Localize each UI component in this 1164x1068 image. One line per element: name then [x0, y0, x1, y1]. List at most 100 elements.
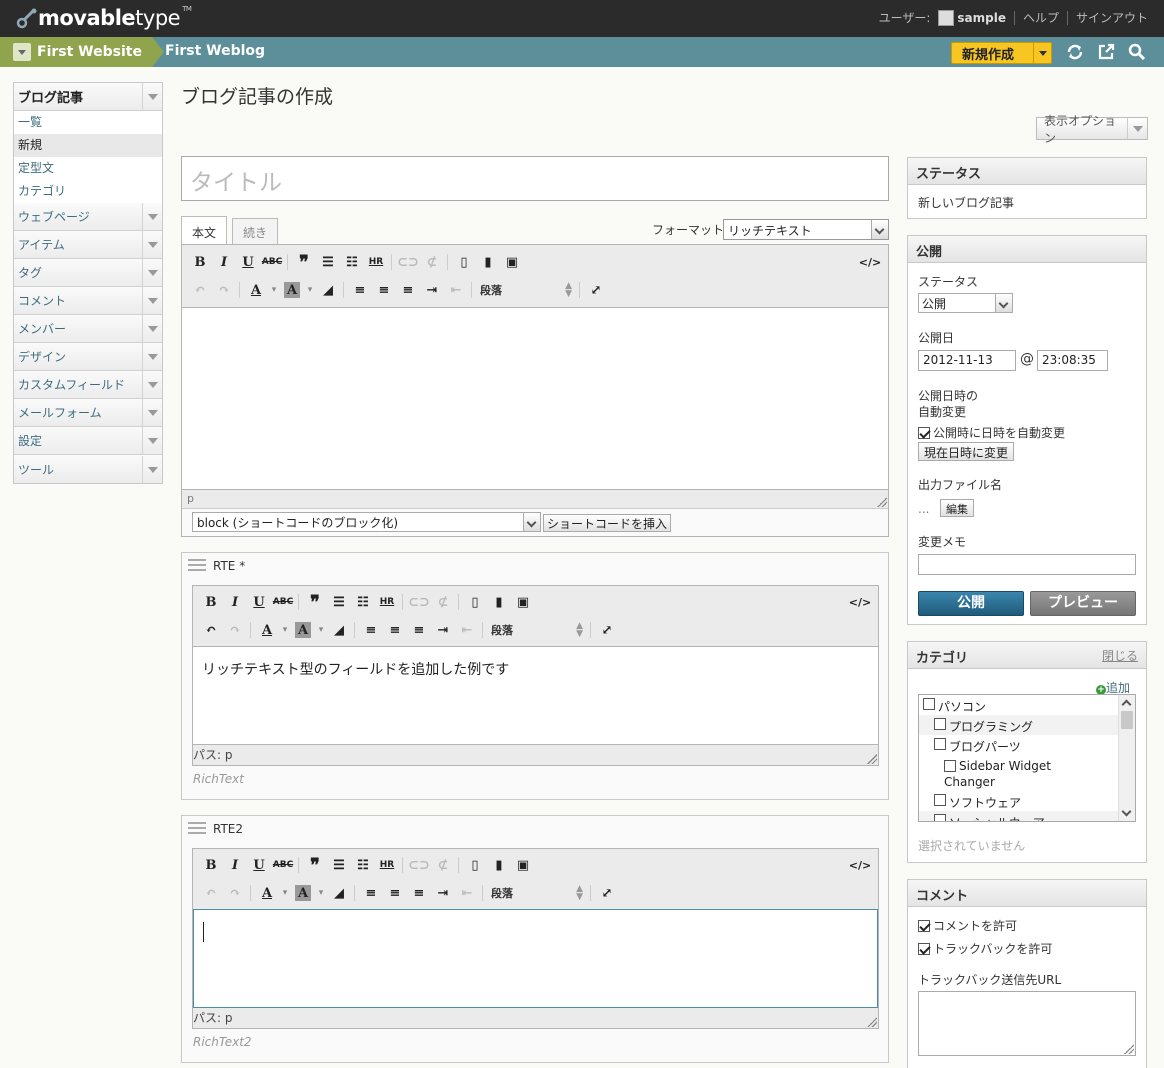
tab-body[interactable]: 本文 [181, 216, 228, 245]
numbered-list-icon[interactable]: ☷ [351, 854, 375, 876]
chevron-down-icon[interactable]: ▾ [279, 882, 291, 904]
bullet-list-icon[interactable]: ☰ [327, 854, 351, 876]
numbered-list-icon[interactable]: ☷ [351, 591, 375, 613]
sidebar-item-mailform[interactable]: メールフォーム [14, 399, 162, 427]
chevron-down-icon[interactable]: ▾ [315, 619, 327, 641]
chevron-down-icon[interactable] [1127, 118, 1147, 139]
list-item[interactable]: Sidebar Widget Changer [919, 755, 1135, 791]
insert-image-icon[interactable]: ▣ [511, 854, 535, 876]
align-center-icon[interactable]: ≡ [383, 619, 407, 641]
insert-file-icon[interactable]: ▮ [487, 854, 511, 876]
text-color-icon[interactable]: A [255, 619, 279, 641]
align-left-icon[interactable]: ≡ [359, 882, 383, 904]
indent-icon[interactable]: ⇥ [431, 619, 455, 641]
allow-comments-checkbox[interactable] [918, 920, 930, 932]
italic-button[interactable]: I [223, 854, 247, 876]
category-checkbox[interactable] [923, 698, 935, 710]
blockquote-button[interactable]: ❞ [292, 251, 316, 273]
redo-icon[interactable]: ↷ [212, 279, 236, 301]
underline-button[interactable]: U [236, 251, 260, 273]
italic-button[interactable]: I [223, 591, 247, 613]
list-item[interactable]: ソフトウェア [919, 791, 1135, 811]
allow-trackbacks-option[interactable]: トラックバックを許可 [918, 940, 1052, 957]
chevron-up-icon[interactable] [1121, 699, 1132, 710]
source-mode-button[interactable]: </> [858, 251, 882, 273]
chevron-down-icon[interactable] [142, 371, 162, 398]
chevron-down-icon[interactable] [1033, 43, 1051, 63]
chevron-down-icon[interactable] [142, 455, 162, 483]
allow-trackbacks-checkbox[interactable] [918, 943, 930, 955]
chevron-down-icon[interactable]: ▾ [315, 882, 327, 904]
category-checkbox[interactable] [934, 738, 946, 750]
main-editor-content[interactable] [182, 307, 888, 490]
undo-icon[interactable]: ↶ [188, 279, 212, 301]
hr-button[interactable]: HR [375, 854, 399, 876]
align-right-icon[interactable]: ≡ [407, 882, 431, 904]
trackback-url-input[interactable] [918, 991, 1136, 1056]
display-options-button[interactable]: 表示オプション [1036, 114, 1148, 145]
unlink-icon[interactable]: ⊄ [431, 854, 455, 876]
category-checkbox[interactable] [934, 814, 946, 821]
outdent-icon[interactable]: ⇤ [455, 882, 479, 904]
username-link[interactable]: sample [957, 11, 1006, 25]
new-create-button[interactable]: 新規作成 [951, 42, 1052, 64]
chevron-down-icon[interactable] [523, 513, 540, 531]
format-select[interactable]: リッチテキスト [723, 219, 889, 240]
insert-shortcode-button[interactable]: ショートコードを挿入 [543, 514, 672, 532]
hr-button[interactable]: HR [375, 591, 399, 613]
fullscreen-icon[interactable]: ⤢ [595, 882, 619, 904]
status-select[interactable]: 公開 [918, 293, 1013, 313]
source-mode-button[interactable]: </> [848, 854, 872, 876]
chevron-down-icon[interactable]: ▾ [279, 619, 291, 641]
preview-button[interactable]: プレビュー [1030, 591, 1136, 616]
chevron-down-icon[interactable] [142, 231, 162, 258]
list-item[interactable]: プログラミング [919, 715, 1135, 735]
list-item[interactable]: ソーシャルウェア [919, 811, 1135, 821]
resize-handle[interactable] [1124, 1044, 1134, 1054]
align-center-icon[interactable]: ≡ [383, 882, 407, 904]
fullscreen-icon[interactable]: ⤢ [584, 279, 608, 301]
undo-icon[interactable]: ↶ [199, 619, 223, 641]
link-icon[interactable]: ⊂⊃ [407, 591, 431, 613]
close-link[interactable]: 閉じる [1102, 647, 1138, 663]
category-label[interactable]: プログラミング [949, 718, 1033, 735]
category-label[interactable]: Sidebar Widget Changer [944, 759, 1051, 789]
insert-file-icon[interactable]: ▮ [487, 591, 511, 613]
sidebar-subitem-list[interactable]: 一覧 [14, 111, 162, 134]
change-memo-input[interactable] [918, 554, 1136, 575]
auto-change-option[interactable]: 公開時に日時を自動変更 [918, 424, 1065, 441]
edit-filename-button[interactable]: 編集 [940, 499, 974, 517]
chevron-down-icon[interactable] [995, 294, 1012, 312]
unlink-icon[interactable]: ⊄ [431, 591, 455, 613]
align-right-icon[interactable]: ≡ [396, 279, 420, 301]
category-checkbox[interactable] [934, 794, 946, 806]
category-label[interactable]: ソフトウェア [949, 794, 1021, 811]
insert-image-icon[interactable]: ▣ [511, 591, 535, 613]
resize-handle[interactable] [867, 754, 877, 764]
publish-button[interactable]: 公開 [918, 591, 1024, 616]
signout-link[interactable]: サインアウト [1076, 9, 1148, 26]
sidebar-item-tools[interactable]: ツール [14, 455, 162, 483]
insert-file-icon[interactable]: ▮ [476, 251, 500, 273]
link-icon[interactable]: ⊂⊃ [396, 251, 420, 273]
numbered-list-icon[interactable]: ☷ [340, 251, 364, 273]
redo-icon[interactable]: ↷ [223, 882, 247, 904]
chevron-down-icon[interactable] [871, 220, 888, 239]
category-label[interactable]: ブログパーツ [949, 738, 1021, 755]
movabletype-logo[interactable]: movable type TM [16, 5, 192, 31]
external-link-icon[interactable] [1097, 43, 1115, 61]
shortcode-select[interactable]: block (ショートコードのブロック化) [192, 512, 541, 532]
chevron-down-icon[interactable] [142, 343, 162, 370]
align-left-icon[interactable]: ≡ [359, 619, 383, 641]
chevron-down-icon[interactable] [142, 203, 162, 230]
allow-comments-option[interactable]: コメントを許可 [918, 917, 1017, 934]
chevron-down-icon[interactable]: ▾ [304, 279, 316, 301]
insert-code-icon[interactable]: ▯ [452, 251, 476, 273]
refresh-icon[interactable] [1066, 43, 1084, 61]
bold-button[interactable]: B [188, 251, 212, 273]
auto-change-checkbox[interactable] [918, 427, 930, 439]
resize-handle[interactable] [867, 1017, 877, 1027]
drag-handle-icon[interactable] [188, 822, 206, 836]
category-label[interactable]: パソコン [938, 698, 986, 715]
publish-time-input[interactable]: 23:08:35 [1037, 350, 1108, 371]
